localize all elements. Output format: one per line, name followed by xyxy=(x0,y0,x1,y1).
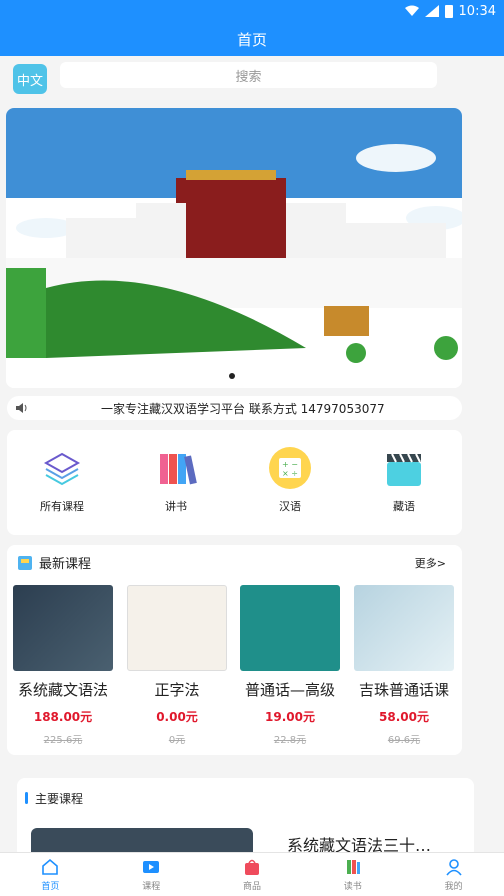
category-grid: 所有课程 讲书 + − × ÷ 汉语 藏语 xyxy=(7,430,462,535)
layers-icon xyxy=(43,452,81,486)
course-card[interactable]: 正字法 0.00元 0元 xyxy=(126,585,228,746)
banner-carousel[interactable] xyxy=(6,108,462,388)
course-name: 普通话—高级 xyxy=(244,681,335,699)
course-name: 正字法 xyxy=(154,681,200,699)
speaker-icon xyxy=(16,403,27,413)
tab-label: 我的 xyxy=(444,881,463,892)
tab-label: 首页 xyxy=(41,881,60,892)
calculator-icon: + − × ÷ xyxy=(269,447,311,489)
book-icon xyxy=(346,859,360,874)
tab-products[interactable]: 商品 xyxy=(202,853,303,896)
page-title: 首页 xyxy=(0,22,504,56)
category-label: 藏语 xyxy=(393,500,415,513)
notice-text: 一家专注藏汉双语学习平台 联系方式 14797053077 xyxy=(101,401,385,416)
course-name: 系统藏文语法 xyxy=(17,681,108,699)
tab-label: 读书 xyxy=(343,881,362,892)
tab-courses[interactable]: 课程 xyxy=(101,853,202,896)
carousel-indicator[interactable] xyxy=(229,373,235,379)
tab-label: 课程 xyxy=(142,881,161,892)
video-icon xyxy=(143,860,160,873)
notice-bar[interactable]: 一家专注藏汉双语学习平台 联系方式 14797053077 xyxy=(7,396,462,420)
section-title: 主要课程 xyxy=(35,792,84,806)
tab-mine[interactable]: 我的 xyxy=(403,853,504,896)
course-old-price: 69.6元 xyxy=(387,735,421,746)
status-bar: 10:34 xyxy=(0,0,504,22)
course-price: 19.00元 xyxy=(265,710,315,724)
main-courses-section: 主要课程 系统藏文语法三十… xyxy=(17,778,474,858)
course-thumbnail xyxy=(127,585,227,671)
section-accent xyxy=(25,792,28,804)
potala-palace-illustration xyxy=(6,108,462,388)
bag-icon xyxy=(244,859,259,875)
svg-text:+ −: + − xyxy=(282,460,298,469)
course-old-price: 0元 xyxy=(168,735,186,746)
new-badge-icon xyxy=(18,555,32,570)
battery-icon xyxy=(444,5,453,18)
course-price: 0.00元 xyxy=(156,710,198,724)
category-all-courses[interactable]: 所有课程 xyxy=(7,446,117,514)
wifi-icon xyxy=(404,5,419,16)
category-tibetan[interactable]: 藏语 xyxy=(349,446,459,514)
course-name: 吉珠普通话课 xyxy=(358,681,449,699)
course-old-price: 22.8元 xyxy=(273,735,307,746)
tab-label: 商品 xyxy=(242,881,261,892)
signal-icon xyxy=(424,5,439,17)
status-time: 10:34 xyxy=(458,3,496,19)
course-thumbnail xyxy=(13,585,113,671)
section-title: 最新课程 xyxy=(39,557,92,572)
tab-reading[interactable]: 读书 xyxy=(302,853,403,896)
search-input[interactable]: 搜索 xyxy=(60,62,437,88)
course-card[interactable]: 吉珠普通话课 58.00元 69.6元 xyxy=(353,585,455,746)
bottom-tab-bar: 首页 课程 商品 读书 我的 xyxy=(0,852,504,896)
course-thumbnail xyxy=(240,585,340,671)
category-chinese[interactable]: + − × ÷ 汉语 xyxy=(235,446,345,514)
tab-home[interactable]: 首页 xyxy=(0,853,101,896)
course-card[interactable]: 普通话—高级 19.00元 22.8元 xyxy=(239,585,341,746)
svg-text:× ÷: × ÷ xyxy=(282,469,298,478)
user-icon xyxy=(445,858,462,876)
language-toggle-button[interactable]: 中文 xyxy=(13,64,47,94)
more-link[interactable]: 更多> xyxy=(415,555,446,571)
course-card[interactable]: 系统藏文语法 188.00元 225.6元 xyxy=(12,585,114,746)
category-label: 所有课程 xyxy=(40,500,84,513)
search-row: 中文 搜索 xyxy=(0,60,504,100)
category-label: 汉语 xyxy=(279,500,301,513)
section-header: 最新课程 xyxy=(17,553,91,572)
course-price: 58.00元 xyxy=(379,710,429,724)
course-old-price: 225.6元 xyxy=(43,735,83,746)
category-label: 讲书 xyxy=(165,500,187,513)
clapperboard-icon xyxy=(387,453,421,486)
course-thumbnail xyxy=(354,585,454,671)
course-price: 188.00元 xyxy=(33,710,93,724)
home-icon xyxy=(42,858,59,875)
category-lectures[interactable]: 讲书 xyxy=(121,446,231,514)
books-icon xyxy=(160,454,197,485)
latest-courses-section: 最新课程 更多> 系统藏文语法 188.00元 225.6元 正字法 0.00元… xyxy=(7,545,462,755)
